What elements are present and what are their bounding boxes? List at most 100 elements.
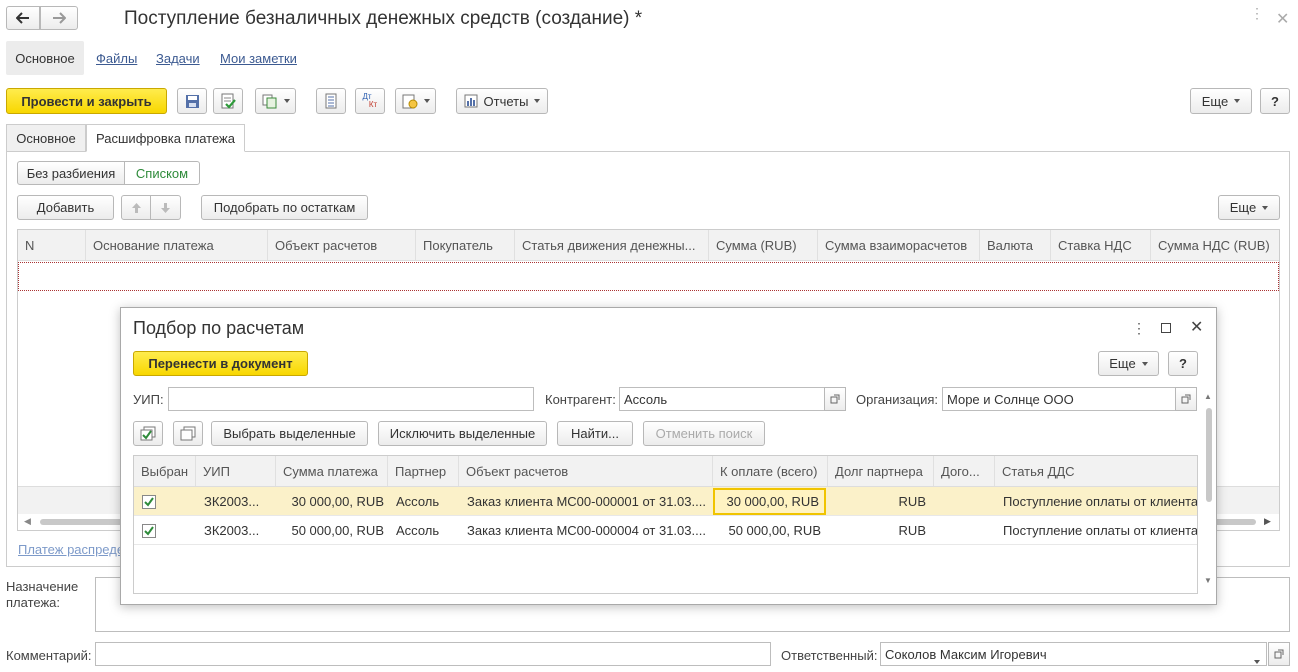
reports-button[interactable]: Отчеты	[456, 88, 548, 114]
counterparty-field[interactable]: Ассоль	[619, 387, 825, 411]
payment-distribution-link[interactable]: Платеж распреде	[18, 542, 124, 557]
table-row[interactable]: ЗК2003... 30 000,00, RUB Ассоль Заказ кл…	[134, 487, 1197, 516]
move-up-button[interactable]	[121, 195, 151, 220]
col-payment-basis[interactable]: Основание платежа	[86, 230, 268, 260]
col-selected[interactable]: Выбран	[134, 456, 196, 486]
back-button[interactable]	[6, 6, 40, 30]
form-tab-main[interactable]: Основное	[6, 124, 86, 151]
col-buyer[interactable]: Покупатель	[416, 230, 515, 260]
col-settlement-object[interactable]: Объект расчетов	[268, 230, 416, 260]
cell-dds-article: Поступление оплаты от клиента	[1003, 523, 1197, 538]
arrow-left-icon	[16, 12, 29, 24]
dialog-help-button[interactable]: ?	[1168, 351, 1198, 376]
col-dds-article[interactable]: Статья ДДС	[995, 456, 1197, 486]
col-payment-amount[interactable]: Сумма платежа	[276, 456, 388, 486]
select-selected-button[interactable]: Выбрать выделенные	[211, 421, 368, 446]
chevron-down-icon	[534, 99, 541, 103]
comment-label: Комментарий:	[6, 648, 92, 663]
col-settlement-amount[interactable]: Сумма взаиморасчетов	[818, 230, 980, 260]
find-button[interactable]: Найти...	[557, 421, 633, 446]
mode-no-split-button[interactable]: Без разбиения	[17, 161, 125, 185]
col-uip[interactable]: УИП	[196, 456, 276, 486]
cancel-search-button[interactable]: Отменить поиск	[643, 421, 765, 446]
help-button[interactable]: ?	[1260, 88, 1290, 114]
chevron-down-icon	[1262, 205, 1269, 210]
exclude-selected-button[interactable]: Исключить выделенные	[378, 421, 547, 446]
breakdown-new-row[interactable]	[18, 262, 1279, 291]
cell-contract	[934, 487, 995, 516]
exclude-selected-label: Исключить выделенные	[389, 426, 536, 441]
check-all-button[interactable]	[133, 421, 163, 446]
col-cash-flow-item[interactable]: Статья движения денежны...	[515, 230, 709, 260]
row-checkbox[interactable]	[142, 487, 158, 516]
post-and-close-button[interactable]: Провести и закрыть	[6, 88, 167, 114]
cell-payment-amount: 30 000,00, RUB	[291, 494, 384, 509]
col-partner-debt[interactable]: Долг партнера	[828, 456, 934, 486]
dialog-more-button[interactable]: Еще	[1098, 351, 1159, 376]
more-label: Еще	[1201, 93, 1229, 109]
nav-tab-files[interactable]: Файлы	[96, 51, 137, 66]
dialog-help-label: ?	[1179, 356, 1187, 371]
cell-partner-debt: RUB	[898, 494, 926, 509]
col-partner[interactable]: Партнер	[388, 456, 459, 486]
col-contract[interactable]: Дого...	[934, 456, 995, 486]
col-n[interactable]: N	[18, 230, 86, 260]
document-journal-button[interactable]	[316, 88, 346, 114]
scroll-right-icon[interactable]: ▶	[1264, 516, 1271, 527]
col-to-pay[interactable]: К оплате (всего)	[713, 456, 828, 486]
counterparty-open-button[interactable]	[824, 387, 846, 411]
uip-field[interactable]	[168, 387, 534, 411]
more-button[interactable]: Еще	[1190, 88, 1252, 114]
add-button[interactable]: Добавить	[17, 195, 114, 220]
save-button[interactable]	[177, 88, 207, 114]
cell-uip: ЗК2003...	[204, 494, 260, 509]
cell-to-pay[interactable]: 30 000,00, RUB	[713, 488, 826, 515]
close-icon[interactable]: ✕	[1276, 9, 1289, 29]
responsible-dropdown-icon[interactable]	[1254, 652, 1260, 667]
nav-tab-notes[interactable]: Мои заметки	[220, 51, 297, 66]
dialog-vertical-scrollbar[interactable]: ▲ ▼	[1204, 392, 1214, 588]
cell-payment-amount: 50 000,00, RUB	[291, 523, 384, 538]
responsible-open-button[interactable]	[1268, 642, 1290, 666]
dialog-menu-icon[interactable]: ⋮	[1132, 320, 1146, 337]
col-vat-rate[interactable]: Ставка НДС	[1051, 230, 1151, 260]
move-down-button[interactable]	[150, 195, 181, 220]
debit-credit-button[interactable]: Дт Кт	[355, 88, 385, 114]
form-tab-payment-breakdown[interactable]: Расшифровка платежа	[86, 124, 245, 152]
window-menu-icon[interactable]: ⋮	[1250, 6, 1264, 26]
breakdown-more-label: Еще	[1229, 200, 1257, 215]
print-button[interactable]	[395, 88, 436, 114]
scroll-down-icon[interactable]: ▼	[1204, 576, 1212, 585]
uncheck-all-button[interactable]	[173, 421, 203, 446]
dialog-maximize-icon[interactable]	[1161, 323, 1171, 333]
mode-list-label: Списком	[135, 165, 189, 181]
scroll-left-icon[interactable]: ◀	[24, 516, 31, 527]
create-based-on-button[interactable]	[255, 88, 296, 114]
pick-remaining-button[interactable]: Подобрать по остаткам	[201, 195, 368, 220]
col-settlement-object[interactable]: Объект расчетов	[459, 456, 713, 486]
row-checkbox[interactable]	[142, 516, 158, 545]
nav-tab-tasks[interactable]: Задачи	[156, 51, 200, 66]
dialog-close-icon[interactable]: ✕	[1190, 317, 1203, 337]
org-open-button[interactable]	[1175, 387, 1197, 411]
checkmark-icon	[142, 494, 156, 509]
breakdown-more-button[interactable]: Еще	[1218, 195, 1280, 220]
scroll-up-icon[interactable]: ▲	[1204, 392, 1212, 401]
scrollbar-thumb[interactable]	[1206, 408, 1212, 502]
forward-button[interactable]	[40, 6, 78, 30]
pick-remaining-label: Подобрать по остаткам	[213, 200, 356, 215]
mode-list-button[interactable]: Списком	[124, 161, 200, 185]
col-vat-amount[interactable]: Сумма НДС (RUB)	[1151, 230, 1279, 260]
col-amount-rub[interactable]: Сумма (RUB)	[709, 230, 818, 260]
table-row[interactable]: ЗК2003... 50 000,00, RUB Ассоль Заказ кл…	[134, 516, 1197, 545]
add-label: Добавить	[36, 200, 95, 215]
nav-tab-main[interactable]: Основное	[6, 41, 84, 75]
cell-dds-article: Поступление оплаты от клиента	[1003, 494, 1197, 509]
form-tab-payment-breakdown-label: Расшифровка платежа	[96, 130, 235, 146]
org-field[interactable]: Море и Солнце ООО	[942, 387, 1176, 411]
comment-field[interactable]	[95, 642, 771, 666]
post-button[interactable]	[213, 88, 243, 114]
col-currency[interactable]: Валюта	[980, 230, 1051, 260]
transfer-to-document-button[interactable]: Перенести в документ	[133, 351, 308, 376]
responsible-field[interactable]: Соколов Максим Игоревич	[880, 642, 1267, 666]
